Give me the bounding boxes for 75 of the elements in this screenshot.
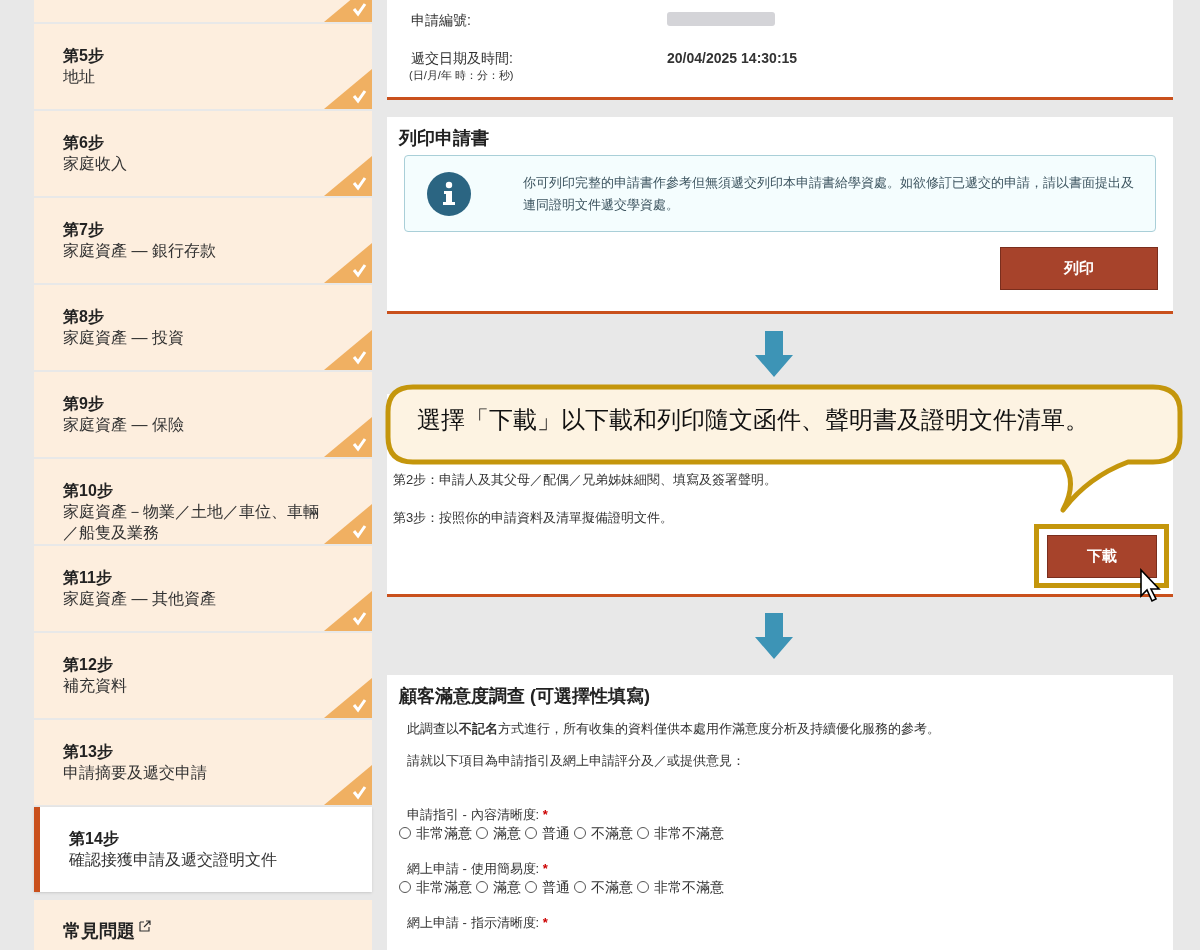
- check-icon: [324, 243, 372, 283]
- step-item[interactable]: 第9步 家庭資產 — 保險: [34, 372, 372, 457]
- check-icon: [324, 678, 372, 718]
- step-number: 第10步: [63, 481, 114, 501]
- question-label: 網上申請 - 指示清晰度: *: [407, 914, 549, 932]
- download-button[interactable]: 下載: [1046, 534, 1157, 578]
- step-item[interactable]: 第7步 家庭資產 — 銀行存款: [34, 198, 372, 283]
- radio-label[interactable]: 普通: [542, 878, 570, 896]
- step-number: 第9步: [63, 394, 105, 414]
- question-label: 申請指引 - 內容清晰度: *: [407, 806, 549, 824]
- question-label: 網上申請 - 使用簡易度: *: [407, 860, 549, 878]
- step-item[interactable]: 第12步 補充資料: [34, 633, 372, 718]
- step-title: 家庭資產－物業／土地／車位、車輛／船隻及業務: [63, 502, 320, 543]
- radio-label[interactable]: 普通: [542, 824, 570, 842]
- check-icon: [324, 765, 372, 805]
- radio-label[interactable]: 不滿意: [591, 878, 633, 896]
- field-label: 遞交日期及時間:: [411, 49, 514, 68]
- step-item[interactable]: 第6步 家庭收入: [34, 111, 372, 196]
- check-icon: [324, 330, 372, 370]
- step-title: 確認接獲申請及遞交證明文件: [69, 850, 278, 870]
- survey-intro: 此調查以不記名方式進行，所有收集的資料僅供本處用作滿意度分析及持續優化服務的參考。: [407, 720, 941, 738]
- step-title: 家庭收入: [63, 154, 128, 174]
- date-value: 20/04/2025: [667, 49, 738, 68]
- step-number: 第11步: [63, 568, 113, 588]
- check-icon: [324, 417, 372, 457]
- section-title: 列印申請書: [399, 127, 490, 149]
- step-title: 補充資料: [63, 676, 128, 696]
- step-title: 地址: [63, 67, 96, 87]
- radio-label[interactable]: 非常滿意: [416, 878, 472, 896]
- step-title: 申請摘要及遞交申請: [63, 763, 208, 783]
- radio-label[interactable]: 滿意: [493, 824, 521, 842]
- faq-link[interactable]: 常見問題: [63, 920, 135, 942]
- step-item[interactable]: 第11步 家庭資產 — 其他資產: [34, 546, 372, 631]
- callout-text: 選擇「下載」以下載和列印隨文函件、聲明書及證明文件清單。: [417, 405, 1089, 435]
- down-arrow-icon: [755, 331, 793, 377]
- radio-label[interactable]: 非常不滿意: [654, 824, 724, 842]
- step-title: 家庭資產 — 銀行存款: [63, 241, 217, 261]
- step-instruction: 第2步：申請人及其父母／配偶／兄弟姊妹細閱、填寫及簽署聲明。: [393, 471, 779, 489]
- radio-label[interactable]: 非常滿意: [416, 824, 472, 842]
- step-number: 第13步: [63, 742, 114, 762]
- step-title: 家庭資產 — 保險: [63, 415, 185, 435]
- check-icon: [324, 69, 372, 109]
- external-link-icon[interactable]: [139, 920, 151, 932]
- check-icon: [324, 504, 372, 544]
- check-icon: [324, 156, 372, 196]
- step-number: 第6步: [63, 133, 105, 153]
- radio-label[interactable]: 非常不滿意: [654, 878, 724, 896]
- required-mark: *: [542, 807, 548, 822]
- down-arrow-icon: [755, 613, 793, 659]
- step-title: 家庭資產 — 投資: [63, 328, 185, 348]
- step-item[interactable]: 第10步 家庭資產－物業／土地／車位、車輛／船隻及業務: [34, 459, 372, 544]
- required-mark: *: [542, 915, 548, 930]
- step-number: 第12步: [63, 655, 114, 675]
- step-instruction: 第3步：按照你的申請資料及清單擬備證明文件。: [393, 509, 675, 527]
- step-title: 家庭資產 — 其他資產: [63, 589, 217, 609]
- radio-label[interactable]: 滿意: [493, 878, 521, 896]
- radio-label[interactable]: 不滿意: [591, 824, 633, 842]
- step-number: 第14步: [69, 829, 120, 849]
- step-number: 第7步: [63, 220, 105, 240]
- step-item[interactable]: 第8步 家庭資產 — 投資: [34, 285, 372, 370]
- step-number: 第8步: [63, 307, 105, 327]
- step-number: 第5步: [63, 46, 105, 66]
- info-icon: [427, 171, 471, 216]
- time-value: 14:30:15: [741, 49, 798, 68]
- info-text: 你可列印完整的申請書作參考但無須遞交列印本申請書給學資處。如欲修訂已遞交的申請，請以書面提出及連同證明文件遞交學資處。: [523, 173, 1135, 214]
- survey-prompt: 請就以下項目為申請指引及網上申請評分及／或提供意見：: [407, 751, 746, 770]
- step-item[interactable]: 第5步 地址: [34, 24, 372, 109]
- survey-title: 顧客滿意度調查 (可選擇性填寫): [399, 685, 651, 707]
- step-item[interactable]: 第13步 申請摘要及遞交申請: [34, 720, 372, 805]
- print-button[interactable]: 列印: [1000, 247, 1158, 290]
- step-item[interactable]: 第14步 確認接獲申請及遞交證明文件: [34, 807, 372, 892]
- required-mark: *: [542, 861, 548, 876]
- field-hint: (日/月/年 時：分：秒): [409, 69, 515, 82]
- field-label: 申請編號:: [411, 11, 472, 30]
- check-icon: [324, 591, 372, 631]
